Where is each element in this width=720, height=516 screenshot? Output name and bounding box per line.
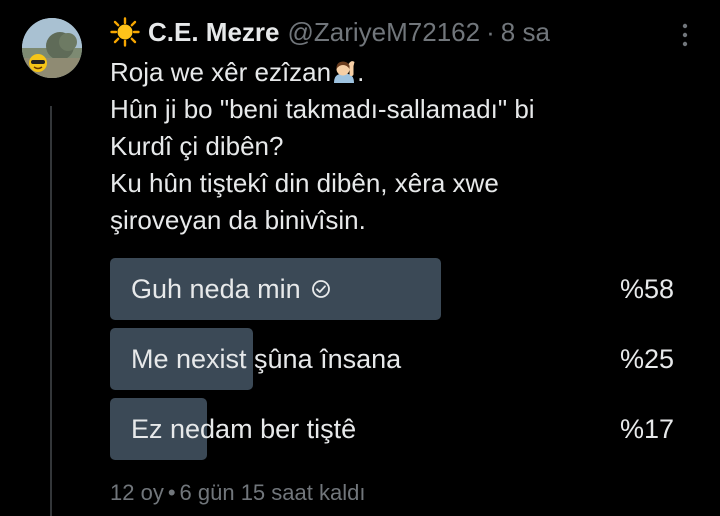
- footer-separator: •: [167, 480, 176, 505]
- poll-option[interactable]: Ez nedam ber tiştê %17: [110, 398, 680, 460]
- raising-hand-emoji-icon: [334, 61, 355, 83]
- poll-option[interactable]: Guh neda min %58: [110, 258, 680, 320]
- poll-option-percent: %58: [619, 273, 674, 304]
- check-circle-icon: [311, 280, 330, 298]
- sun-icon: [110, 17, 140, 47]
- display-name[interactable]: C.E. Mezre: [148, 17, 280, 48]
- poll-option-text: Guh neda min: [131, 273, 301, 304]
- thread-line: [50, 106, 52, 516]
- tweet-header: C.E. Mezre @ZariyeM72162 · 8 sa: [110, 14, 550, 50]
- poll-option[interactable]: Me nexist şûna însana %25: [110, 328, 680, 390]
- timestamp[interactable]: 8 sa: [501, 17, 550, 48]
- tweet-text-line1-end: .: [357, 57, 365, 87]
- poll-time-left: 6 gün 15 saat kaldı: [179, 480, 366, 505]
- header-separator: ·: [486, 16, 495, 47]
- poll-footer: 12 oy • 6 gün 15 saat kaldı: [110, 480, 365, 506]
- poll-option-label: Guh neda min: [131, 258, 331, 320]
- poll-option-text: Ez nedam ber tiştê: [131, 413, 357, 444]
- avatar-image: [22, 18, 82, 78]
- tweet-text-body: Hûn ji bo "beni takmadı-sallamadı" bi Ku…: [110, 94, 535, 235]
- poll-option-percent: %25: [619, 343, 674, 374]
- poll-vote-count: 12 oy: [110, 480, 164, 505]
- poll-option-percent: %17: [619, 413, 674, 444]
- tweet-text: Roja we xêr ezîzan . Hûn ji bo "beni tak…: [110, 54, 700, 239]
- poll-option-label: Ez nedam ber tiştê: [131, 398, 356, 460]
- tweet-text-line1: Roja we xêr ezîzan: [110, 57, 332, 87]
- user-handle[interactable]: @ZariyeM72162: [288, 17, 481, 48]
- more-options-icon[interactable]: [678, 20, 692, 50]
- avatar[interactable]: [22, 18, 82, 78]
- poll-option-label: Me nexist şûna însana: [131, 328, 401, 390]
- poll-option-text: Me nexist şûna însana: [131, 343, 402, 374]
